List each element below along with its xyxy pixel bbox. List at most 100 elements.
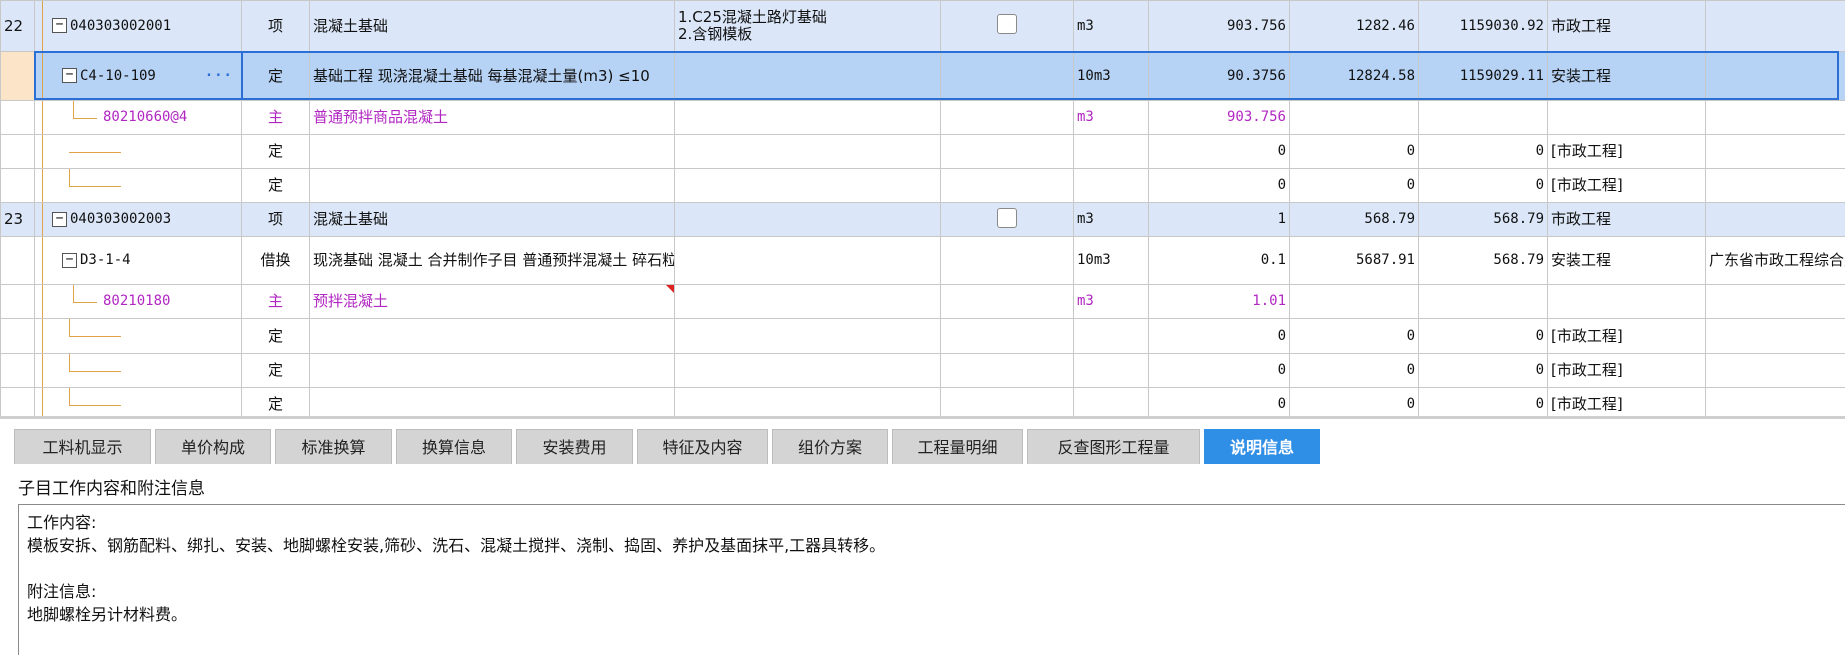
note-cell <box>1705 0 1845 52</box>
qty-cell[interactable]: 90.3756 <box>1148 51 1290 101</box>
price-cell <box>1289 100 1419 135</box>
checkbox-cell <box>940 387 1074 416</box>
tab-quantity-detail[interactable]: 工程量明细 <box>892 429 1023 464</box>
note-cell <box>1705 353 1845 388</box>
qty-cell[interactable]: 1.01 <box>1148 284 1290 319</box>
feature-cell[interactable] <box>674 318 941 354</box>
checkbox[interactable] <box>997 14 1017 34</box>
feature-cell[interactable] <box>674 202 941 237</box>
table-row[interactable]: 定 0 0 0 [市政工程] <box>0 134 1845 169</box>
category-cell[interactable]: [市政工程] <box>1547 168 1706 203</box>
feature-cell[interactable] <box>674 353 941 388</box>
feature-cell[interactable] <box>674 236 941 285</box>
tab-conversion-info[interactable]: 换算信息 <box>396 429 512 464</box>
code-cell[interactable] <box>34 353 242 388</box>
tab-standard-conversion[interactable]: 标准换算 <box>275 429 392 464</box>
bill-grid[interactable]: 22 −040303002001 项 混凝土基础 1.C25混凝土路灯基础 2.… <box>0 0 1845 416</box>
checkbox-cell[interactable] <box>940 202 1074 237</box>
checkbox-cell[interactable] <box>940 0 1074 52</box>
table-row[interactable]: 22 −040303002001 项 混凝土基础 1.C25混凝土路灯基础 2.… <box>0 0 1845 52</box>
tab-description-info[interactable]: 说明信息 <box>1204 429 1320 464</box>
table-row[interactable]: 定 0 0 0 [市政工程] <box>0 318 1845 354</box>
category-cell[interactable] <box>1547 284 1706 319</box>
qty-cell[interactable]: 1 <box>1148 202 1290 237</box>
qty-cell[interactable]: 903.756 <box>1148 100 1290 135</box>
collapse-icon[interactable]: − <box>62 252 77 268</box>
more-icon[interactable]: ··· <box>205 68 233 85</box>
code-cell[interactable] <box>34 134 242 169</box>
category-cell[interactable]: 安装工程 <box>1547 51 1706 101</box>
name-cell[interactable]: 现浇基础 混凝土 合并制作子目 普通预拌混凝土 碎石粒径综合考虑 C25 <box>309 236 675 285</box>
category-cell[interactable]: 安装工程 <box>1547 236 1706 285</box>
code-cell[interactable]: − D3-1-4 <box>34 236 242 285</box>
table-row[interactable]: 定 0 0 0 [市政工程] <box>0 168 1845 203</box>
qty-cell[interactable]: 0.1 <box>1148 236 1290 285</box>
name-cell[interactable] <box>309 318 675 354</box>
name-cell[interactable]: 混凝土基础 <box>309 0 675 52</box>
tab-pricing-plan[interactable]: 组价方案 <box>772 429 888 464</box>
feature-cell[interactable] <box>674 51 941 101</box>
item-code: C4-10-109 <box>80 67 156 84</box>
code-cell[interactable]: −040303002003 <box>34 202 242 237</box>
code-cell[interactable]: − C4-10-109 ··· <box>34 51 242 101</box>
tree-line <box>69 371 121 372</box>
type-cell: 定 <box>241 134 310 169</box>
name-cell[interactable] <box>309 134 675 169</box>
category-cell[interactable]: 市政工程 <box>1547 0 1706 52</box>
feature-cell[interactable] <box>674 134 941 169</box>
qty-cell[interactable]: 903.756 <box>1148 0 1290 52</box>
table-row[interactable]: 23 −040303002003 项 混凝土基础 m3 1 568.79 568… <box>0 202 1845 237</box>
note-cell <box>1705 168 1845 203</box>
feature-cell[interactable] <box>674 284 941 319</box>
category-cell[interactable]: [市政工程] <box>1547 353 1706 388</box>
code-cell[interactable] <box>34 318 242 354</box>
category-cell[interactable]: [市政工程] <box>1547 134 1706 169</box>
feature-cell[interactable] <box>674 387 941 416</box>
category-cell[interactable]: [市政工程] <box>1547 387 1706 416</box>
code-cell[interactable]: 80210180 <box>34 284 242 319</box>
feature-cell[interactable] <box>674 100 941 135</box>
tab-reverse-graphic-quantity[interactable]: 反查图形工程量 <box>1027 429 1200 464</box>
tab-features-content[interactable]: 特征及内容 <box>637 429 768 464</box>
qty-cell[interactable]: 0 <box>1148 168 1290 203</box>
category-cell[interactable] <box>1547 100 1706 135</box>
collapse-icon[interactable]: − <box>52 18 67 33</box>
name-cell[interactable] <box>309 168 675 203</box>
feature-cell[interactable] <box>674 168 941 203</box>
category-cell[interactable]: [市政工程] <box>1547 318 1706 354</box>
checkbox[interactable] <box>997 207 1017 228</box>
description-textarea[interactable]: 工作内容: 模板安拆、钢筋配料、绑扎、安装、地脚螺栓安装,筛砂、洗石、混凝土搅拌… <box>18 504 1845 655</box>
name-cell[interactable]: 预拌混凝土 <box>309 284 675 319</box>
qty-cell[interactable]: 0 <box>1148 387 1290 416</box>
unit-cell: m3 <box>1073 284 1149 319</box>
table-row[interactable]: 定 0 0 0 [市政工程] <box>0 387 1845 416</box>
name-cell[interactable]: 基础工程 现浇混凝土基础 每基混凝土量(m3) ≤10 <box>309 51 675 101</box>
table-row-selected[interactable]: − C4-10-109 ··· 定 基础工程 现浇混凝土基础 每基混凝土量(m3)… <box>0 51 1845 101</box>
code-cell[interactable] <box>34 168 242 203</box>
name-cell[interactable]: 普通预拌商品混凝土 <box>309 100 675 135</box>
note-cell <box>1705 51 1845 101</box>
table-row[interactable]: 80210180 主 预拌混凝土 m3 1.01 <box>0 284 1845 319</box>
qty-cell[interactable]: 0 <box>1148 318 1290 354</box>
collapse-icon[interactable]: − <box>62 68 77 83</box>
code-cell[interactable] <box>34 387 242 416</box>
code-cell[interactable]: −040303002001 <box>34 0 242 52</box>
qty-cell[interactable]: 0 <box>1148 134 1290 169</box>
tab-installation-cost[interactable]: 安装费用 <box>516 429 633 464</box>
collapse-icon[interactable]: − <box>52 211 67 227</box>
name-cell[interactable]: 混凝土基础 <box>309 202 675 237</box>
feature-cell[interactable]: 1.C25混凝土路灯基础 2.含钢模板 <box>674 0 941 52</box>
category-cell[interactable]: 市政工程 <box>1547 202 1706 237</box>
tree-line <box>42 285 43 318</box>
code-cell[interactable]: 80210660@4 <box>34 100 242 135</box>
name-cell[interactable] <box>309 387 675 416</box>
table-row[interactable]: 定 0 0 0 [市政工程] <box>0 353 1845 388</box>
table-row[interactable]: −D3-1-4 借换 现浇基础 混凝土 合并制作子目 普通预拌混凝土 碎石粒径综… <box>0 236 1845 285</box>
tab-unit-price-composition[interactable]: 单价构成 <box>155 429 271 464</box>
qty-cell[interactable]: 0 <box>1148 353 1290 388</box>
type-cell: 定 <box>241 168 310 203</box>
price-cell: 0 <box>1289 318 1419 354</box>
name-cell[interactable] <box>309 353 675 388</box>
table-row[interactable]: 80210660@4 主 普通预拌商品混凝土 m3 903.756 <box>0 100 1845 135</box>
tab-labor-material-machine[interactable]: 工料机显示 <box>14 429 151 464</box>
